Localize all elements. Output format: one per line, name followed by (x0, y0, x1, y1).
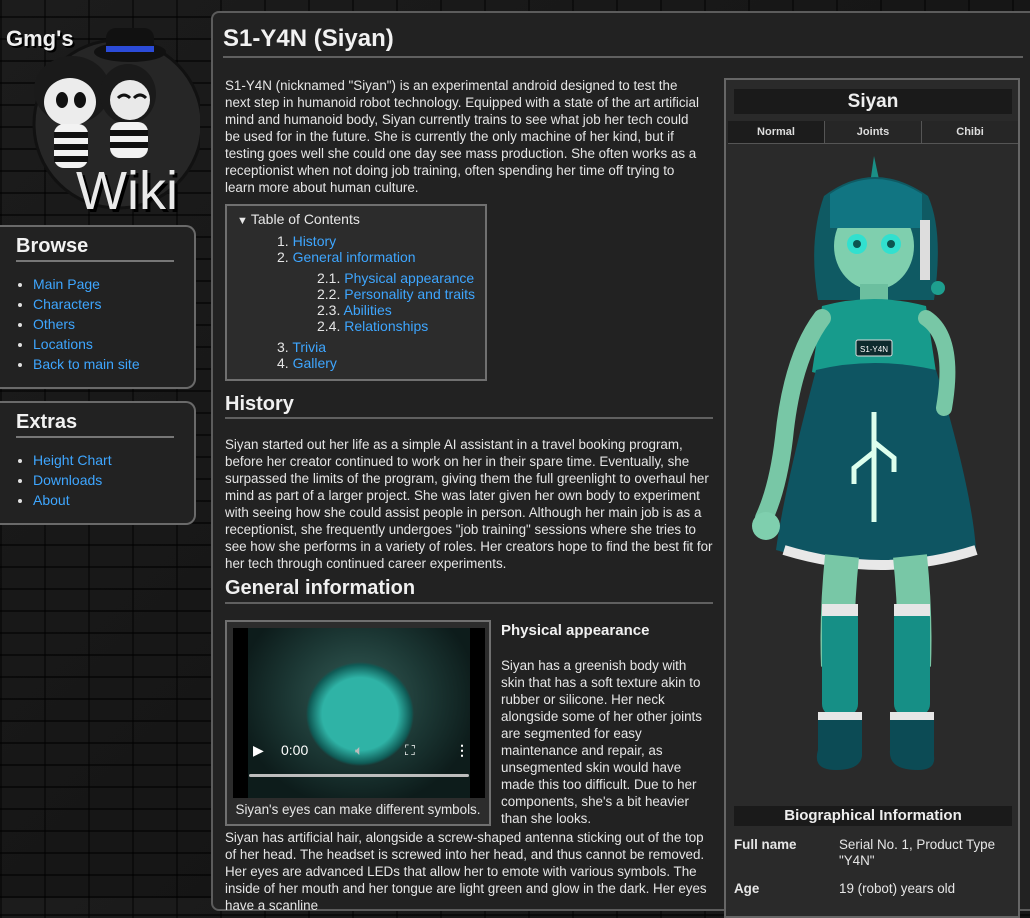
physical-appearance-paragraph: Siyan has a greenish body with skin that… (501, 658, 702, 826)
toc-number: 3. (277, 339, 289, 355)
more-options-icon[interactable]: ⋮ (455, 742, 469, 759)
toc-item: 2.1. Physical appearance (317, 270, 474, 286)
physical-appearance-paragraph-2: Siyan has artificial hair, alongside a s… (225, 830, 707, 913)
toc-link-physical-appearance[interactable]: Physical appearance (344, 270, 474, 286)
bio-value-full-name: Serial No. 1, Product Type "Y4N" (839, 837, 996, 868)
toc-title: Table of Contents (250, 211, 360, 227)
toc-item: 2.2. Personality and traits (317, 286, 475, 302)
biographical-information-heading: Biographical Information (734, 806, 1012, 826)
nav-link-locations[interactable]: Locations (33, 336, 93, 352)
toc-link-history[interactable]: History (293, 233, 337, 249)
toc-toggle[interactable]: ▼ Table of Contents (237, 211, 360, 227)
toc-item: 2.4. Relationships (317, 318, 428, 334)
toc-link-personality-and-traits[interactable]: Personality and traits (344, 286, 475, 302)
general-information-heading: General information (225, 577, 416, 599)
extras-list: Height Chart Downloads About (16, 450, 180, 510)
list-item: Others (33, 314, 180, 334)
toc-item: 2. General information (277, 249, 416, 265)
badge-text: S1-Y4N (860, 345, 888, 354)
toc-link-gallery[interactable]: Gallery (293, 355, 337, 371)
bio-label-age: Age (734, 881, 760, 896)
extras-heading: Extras (16, 411, 174, 438)
character-render-image: S1-Y4N (752, 156, 978, 770)
nav-link-height-chart[interactable]: Height Chart (33, 452, 112, 468)
play-icon[interactable]: ▶ (253, 742, 264, 759)
tab-joints[interactable]: Joints (825, 121, 922, 143)
toc-link-relationships[interactable]: Relationships (344, 318, 428, 334)
table-of-contents: ▼ Table of Contents 1. History 2. General… (225, 204, 487, 381)
infobox-title: Siyan (734, 89, 1012, 114)
list-item: Height Chart (33, 450, 180, 470)
nav-link-main-page[interactable]: Main Page (33, 276, 100, 292)
logo-main-text: Wiki (76, 161, 178, 221)
toc-link-trivia[interactable]: Trivia (292, 339, 326, 355)
page-title: S1-Y4N (Siyan) (223, 25, 394, 52)
toc-item: 3. Trivia (277, 339, 326, 355)
video-player[interactable]: ▶ 0:00 🔈︎ ⛶ ⋮ (233, 628, 485, 798)
toc-number: 2.1. (317, 270, 341, 286)
logo-top-text: Gmg's (6, 26, 74, 51)
toc-item: 4. Gallery (277, 355, 337, 371)
nav-link-downloads[interactable]: Downloads (33, 472, 102, 488)
toc-link-general-information[interactable]: General information (293, 249, 416, 265)
fullscreen-icon[interactable]: ⛶ (405, 742, 415, 759)
section-divider (225, 417, 713, 419)
toc-number: 2.3. (317, 302, 341, 318)
video-caption: Siyan's eyes can make different symbols. (235, 802, 481, 817)
toc-number: 1. (277, 233, 289, 249)
infobox-tabs: Normal Joints Chibi (728, 121, 1018, 144)
nav-link-back-to-main-site[interactable]: Back to main site (33, 356, 140, 372)
browse-list: Main Page Characters Others Locations Ba… (16, 274, 180, 374)
toc-number: 4. (277, 355, 289, 371)
toc-number: 2.2. (317, 286, 341, 302)
list-item: Characters (33, 294, 180, 314)
physical-appearance-heading: Physical appearance (501, 622, 650, 639)
section-divider (225, 602, 713, 604)
tab-chibi[interactable]: Chibi (922, 121, 1018, 143)
video-progress-bar[interactable] (249, 774, 469, 777)
toc-number: 2. (277, 249, 289, 265)
bio-value-age: 19 (robot) years old (839, 881, 956, 896)
toc-number: 2.4. (317, 318, 341, 334)
title-divider (223, 56, 1023, 58)
video-time: 0:00 (281, 742, 309, 758)
toc-item: 1. History (277, 233, 336, 249)
volume-icon[interactable]: 🔈︎ (355, 742, 363, 759)
site-logo[interactable]: Gmg's Wiki (0, 12, 200, 222)
nav-link-about[interactable]: About (33, 492, 70, 508)
list-item: Main Page (33, 274, 180, 294)
bio-label-full-name: Full name (734, 837, 797, 852)
video-frame-eye-closeup (248, 628, 470, 798)
intro-paragraph: S1-Y4N (nicknamed "Siyan") is an experim… (225, 78, 699, 195)
browse-panel: Browse Main Page Characters Others Locat… (0, 225, 196, 389)
list-item: About (33, 490, 180, 510)
article-panel: S1-Y4N (Siyan) S1-Y4N (nicknamed "Siyan"… (211, 11, 1030, 918)
nav-link-others[interactable]: Others (33, 316, 75, 332)
history-paragraph: Siyan started out her life as a simple A… (225, 437, 713, 571)
tab-normal[interactable]: Normal (728, 121, 825, 143)
character-infobox: Siyan Normal Joints Chibi S1-Y4N Biograp… (724, 78, 1020, 918)
list-item: Downloads (33, 470, 180, 490)
list-item: Back to main site (33, 354, 180, 374)
browse-heading: Browse (16, 235, 174, 262)
nav-link-characters[interactable]: Characters (33, 296, 101, 312)
toc-link-abilities[interactable]: Abilities (343, 302, 391, 318)
triangle-down-icon: ▼ (237, 215, 248, 227)
extras-panel: Extras Height Chart Downloads About (0, 401, 196, 525)
history-heading: History (225, 393, 294, 415)
toc-item: 2.3. Abilities (317, 302, 392, 318)
list-item: Locations (33, 334, 180, 354)
video-figure: ▶ 0:00 🔈︎ ⛶ ⋮ Siyan's eyes can make diff… (225, 620, 491, 826)
